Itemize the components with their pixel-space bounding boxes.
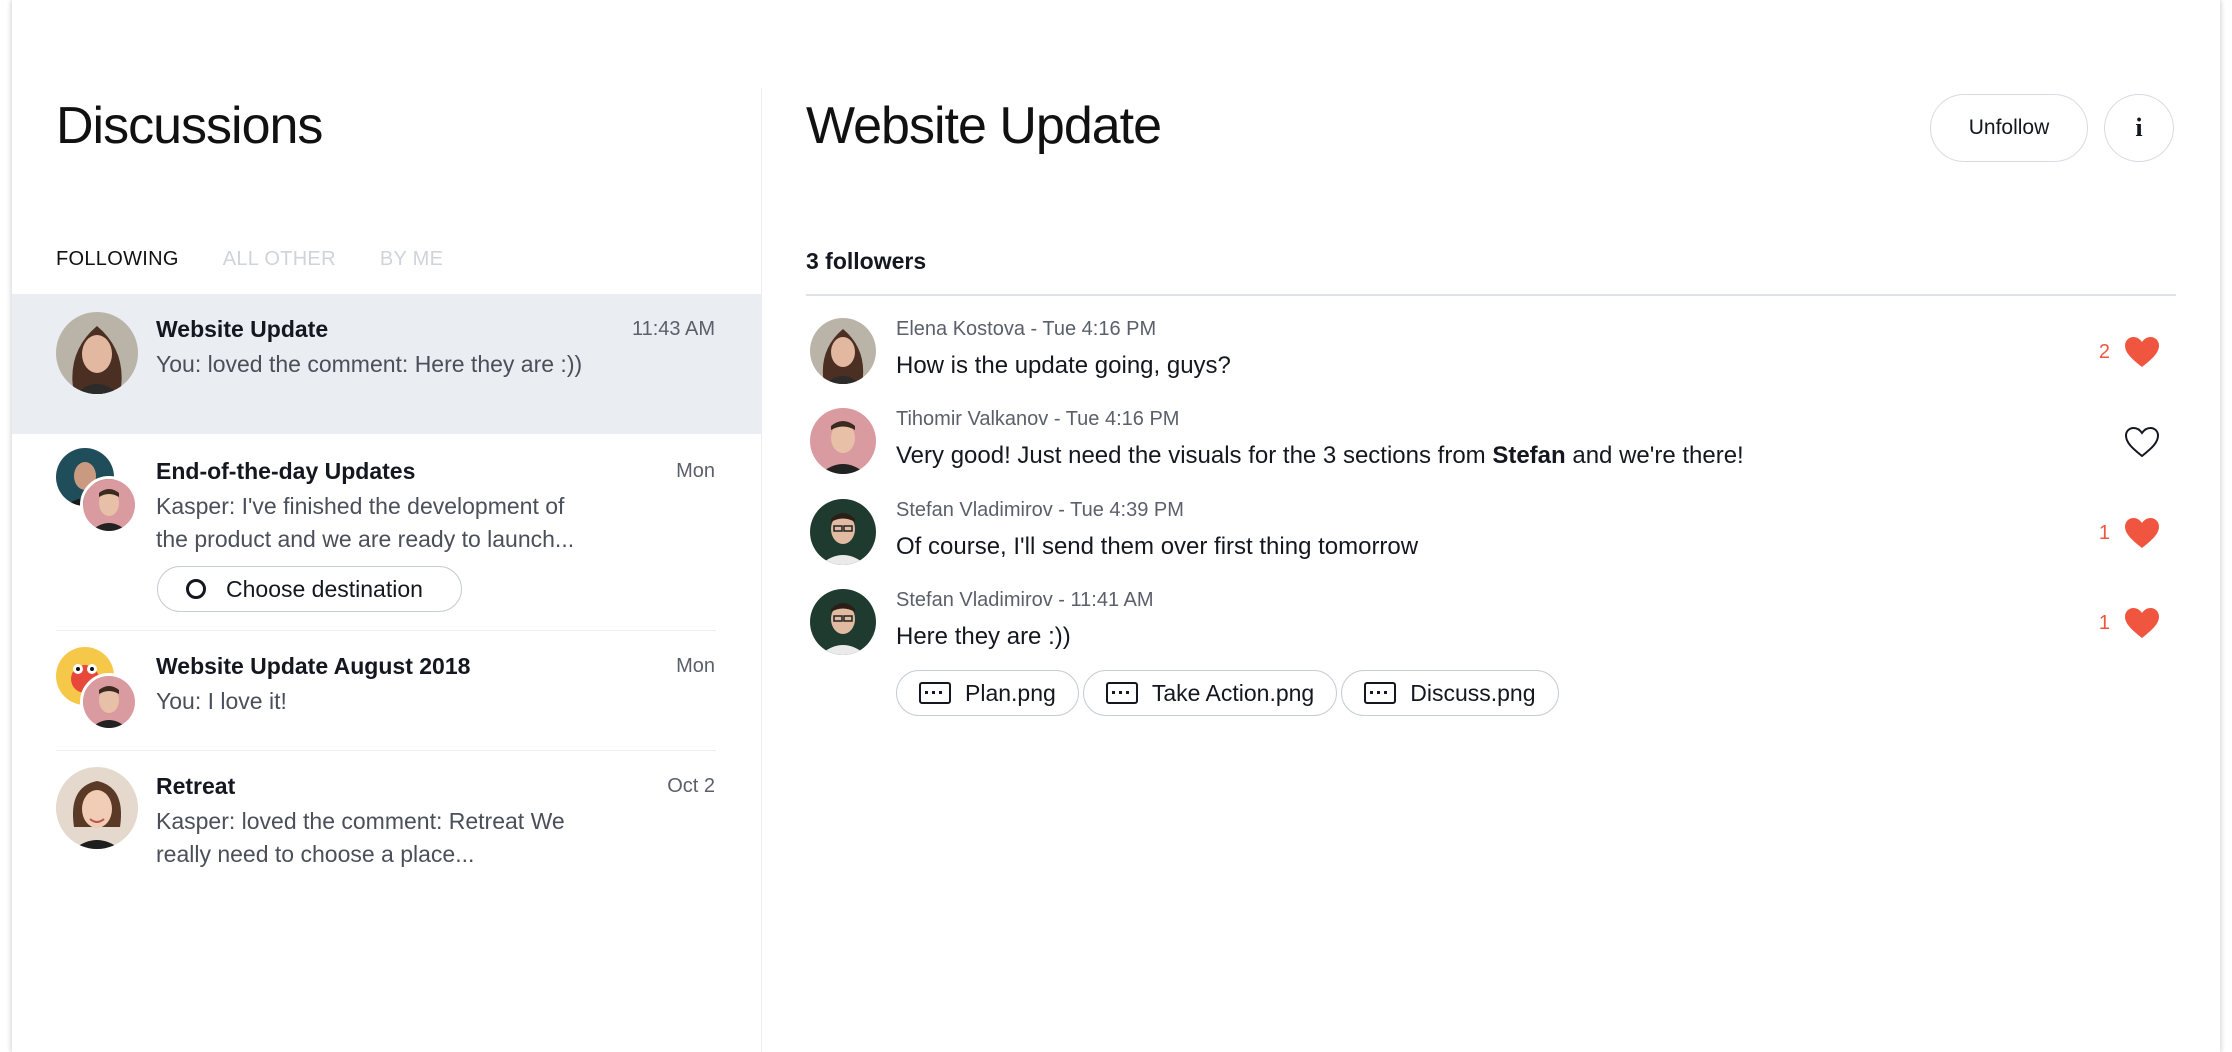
like-button[interactable] — [2124, 426, 2160, 458]
heart-filled-icon — [2125, 518, 2159, 548]
thread-title: Website Update August 2018 — [156, 653, 471, 679]
avatar-member-2 — [80, 673, 138, 731]
heart-filled-icon — [2125, 608, 2159, 638]
thread-avatar — [56, 312, 138, 394]
attachment-plan[interactable]: Plan.png — [896, 670, 1079, 716]
thread-snippet: Kasper: loved the comment: Retreat We re… — [156, 808, 565, 867]
thread-title: Retreat — [156, 773, 236, 799]
thread-time: Mon — [676, 655, 715, 677]
comment-text: Here they are :)) — [896, 623, 1071, 650]
like-button[interactable]: 2 — [2099, 336, 2160, 368]
thread-item-website-update[interactable]: Website Update 11:43 AM You: loved the c… — [12, 294, 761, 434]
avatar-elena — [56, 312, 138, 394]
like-count: 2 — [2098, 340, 2110, 363]
info-button[interactable]: i — [2104, 94, 2174, 162]
discussions-title: Discussions — [56, 97, 323, 155]
comment-text: How is the update going, guys? — [896, 352, 1231, 379]
thread-item-website-update-august[interactable]: Website Update August 2018 Mon You: I lo… — [12, 631, 761, 749]
like-count: 1 — [2098, 521, 2110, 544]
heart-filled-icon — [2125, 337, 2159, 367]
comment-text: Of course, I'll send them over first thi… — [896, 533, 1419, 560]
comment-meta: Elena Kostova - Tue 4:16 PM — [896, 318, 1157, 340]
attachment-name: Take Action.png — [1151, 679, 1315, 706]
attachment-name: Plan.png — [965, 679, 1056, 706]
thread-snippet: Kasper: I've finished the development of… — [156, 493, 575, 552]
comment-item: Tihomir Valkanov - Tue 4:16 PM Very good… — [806, 408, 2176, 488]
followers-count: 3 followers — [806, 248, 927, 274]
comment-text: Very good! Just need the visuals for the… — [896, 442, 1744, 470]
choose-destination-label: Choose destination — [226, 575, 423, 602]
avatar-member-2 — [80, 476, 138, 534]
comment-item: Stefan Vladimirov - 11:41 AM Here they a… — [806, 589, 2176, 669]
avatar-elena — [810, 318, 876, 384]
discussion-title: Website Update — [806, 97, 1162, 155]
avatar-stefan — [810, 499, 876, 565]
attachments-list: Plan.png Take Action.png Discuss.png — [896, 670, 1559, 716]
comment-meta: Stefan Vladimirov - Tue 4:39 PM — [896, 499, 1184, 521]
avatar-kasper — [56, 767, 138, 849]
choose-destination-button[interactable]: Choose destination — [157, 566, 462, 612]
thread-item-retreat[interactable]: Retreat Oct 2 Kasper: loved the comment:… — [12, 751, 761, 881]
comment-meta: Tihomir Valkanov - Tue 4:16 PM — [896, 408, 1180, 430]
tab-by-me[interactable]: BY ME — [380, 248, 443, 271]
tab-following[interactable]: FOLLOWING — [56, 248, 179, 271]
file-icon — [1105, 682, 1138, 704]
thread-time: 11:43 AM — [631, 318, 715, 340]
comment-item: Elena Kostova - Tue 4:16 PM How is the u… — [806, 318, 2176, 398]
radio-circle-icon — [186, 579, 206, 599]
tab-all-other[interactable]: ALL OTHER — [223, 248, 336, 271]
thread-title: End-of-the-day Updates — [156, 458, 416, 484]
avatar-tihomir — [810, 408, 876, 474]
unfollow-button[interactable]: Unfollow — [1930, 94, 2088, 162]
file-icon — [919, 682, 951, 704]
discussion-detail-panel: Website Update Unfollow i 3 followers El… — [762, 0, 2220, 1052]
comment-meta: Stefan Vladimirov - 11:41 AM — [896, 589, 1154, 611]
mention-stefan[interactable]: Stefan — [1492, 442, 1565, 469]
thread-time: Oct 2 — [667, 775, 715, 797]
like-count: 1 — [2098, 611, 2110, 634]
thread-time: Mon — [676, 460, 715, 482]
header-divider — [806, 294, 2176, 296]
like-button[interactable]: 1 — [2099, 517, 2160, 549]
file-icon — [1364, 682, 1397, 704]
thread-avatar-group — [56, 448, 138, 534]
discussions-panel: Discussions FOLLOWING ALL OTHER BY ME We… — [12, 0, 761, 1052]
like-button[interactable]: 1 — [2099, 607, 2160, 639]
discussion-tabs: FOLLOWING ALL OTHER BY ME — [56, 248, 443, 271]
comment-text-end: and we're there! — [1565, 442, 1744, 469]
thread-title: Website Update — [156, 316, 329, 342]
attachment-name: Discuss.png — [1410, 679, 1536, 706]
attachment-take-action[interactable]: Take Action.png — [1082, 670, 1338, 716]
avatar-stefan — [810, 589, 876, 655]
thread-avatar — [56, 767, 138, 849]
thread-avatar-group — [56, 647, 138, 731]
attachment-discuss[interactable]: Discuss.png — [1341, 670, 1559, 716]
thread-snippet: You: loved the comment: Here they are :)… — [156, 351, 583, 377]
heart-outline-icon — [2124, 426, 2160, 458]
thread-snippet: You: I love it! — [156, 688, 287, 714]
comment-item: Stefan Vladimirov - Tue 4:39 PM Of cours… — [806, 499, 2176, 579]
comment-text-start: Very good! Just need the visuals for the… — [896, 442, 1493, 469]
